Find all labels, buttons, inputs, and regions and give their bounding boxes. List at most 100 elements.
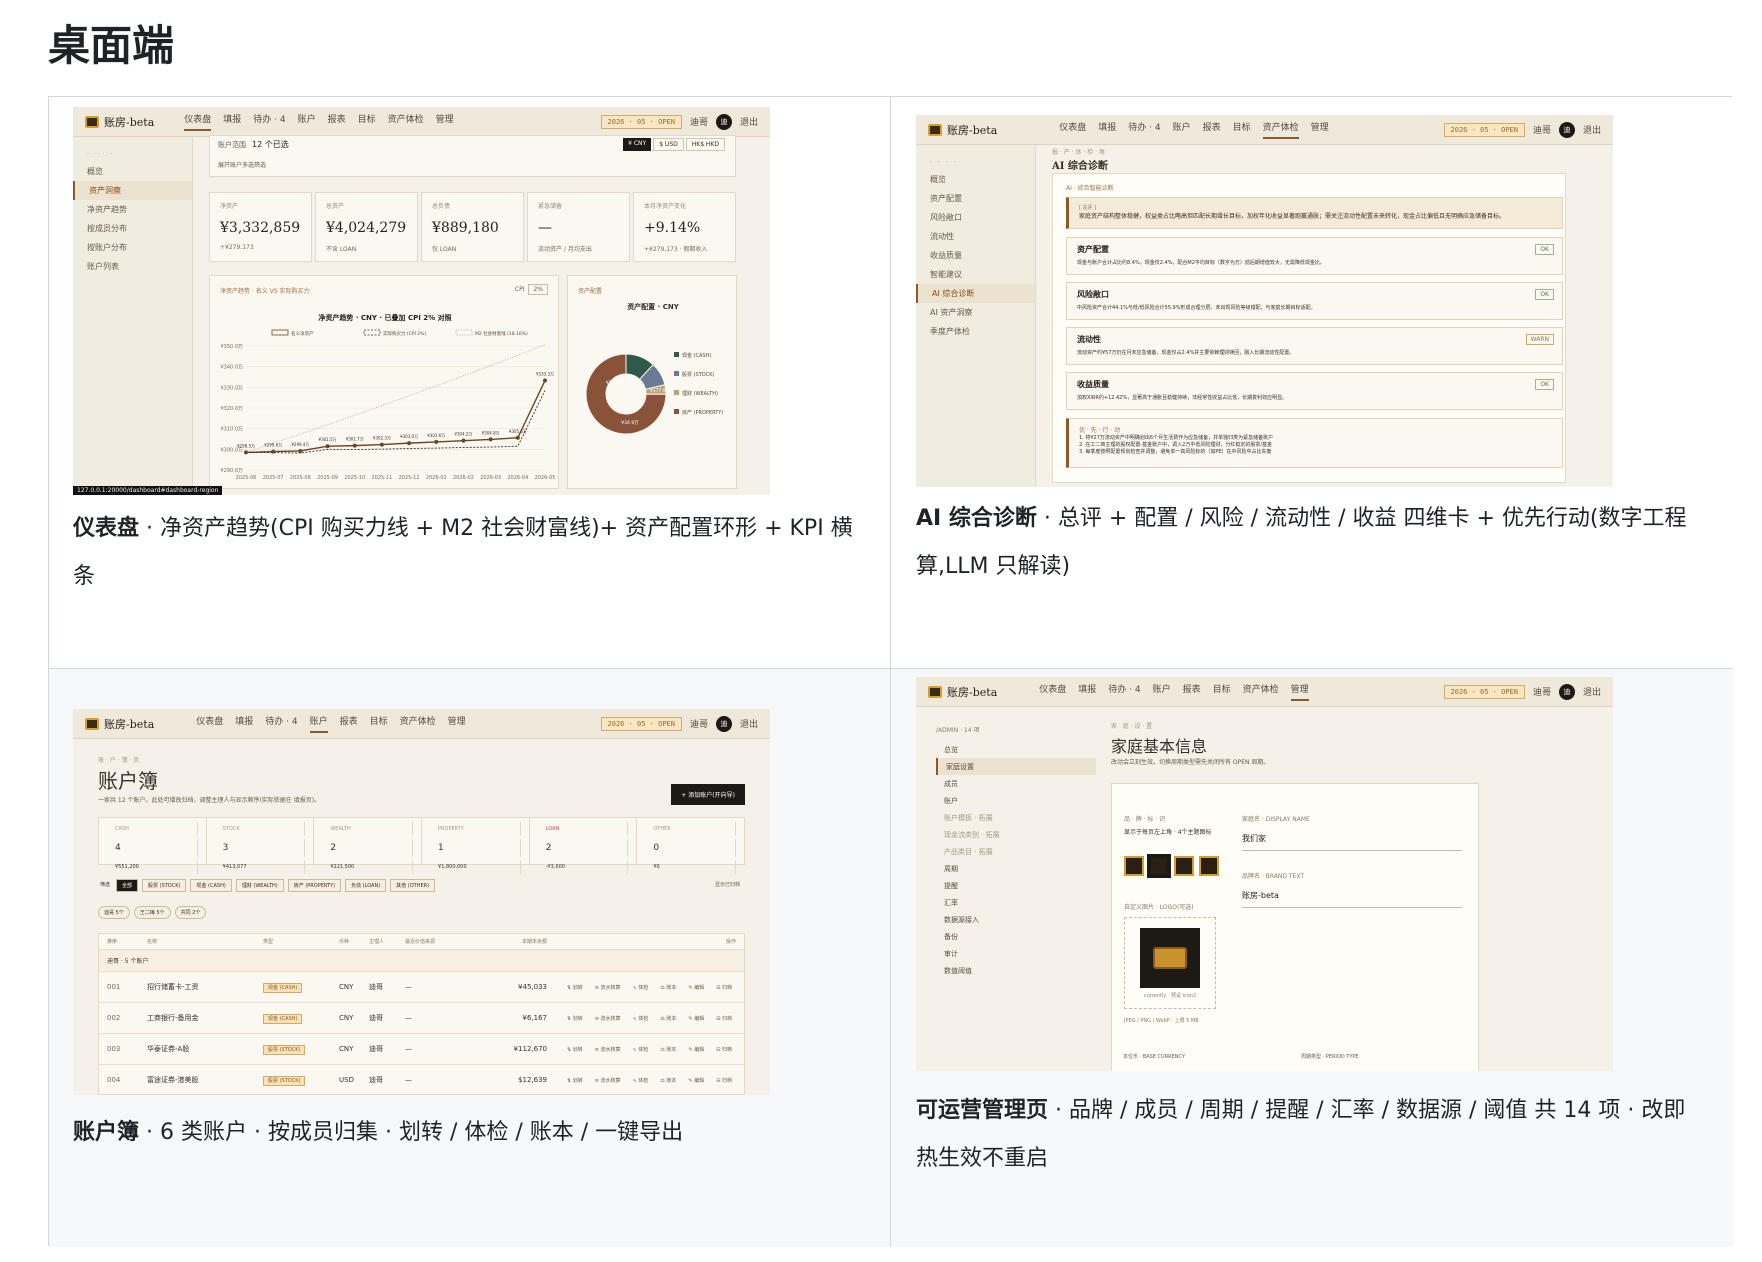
ledger-check-button[interactable]: ≡ 流水核算 xyxy=(595,984,621,991)
nav-todo[interactable]: 待办 · 4 xyxy=(1128,120,1160,139)
transfer-button[interactable]: ⇅ 划转 xyxy=(567,984,583,991)
member-chip-wang[interactable]: 王二梅 5个 xyxy=(133,906,171,919)
ledger-check-button[interactable]: ≡ 流水核算 xyxy=(595,1015,621,1022)
currency-cny[interactable]: ¥ CNY xyxy=(623,138,652,151)
ledger-check-button[interactable]: ≡ 流水核算 xyxy=(595,1046,621,1053)
show-archived-toggle[interactable]: 显示已归档 xyxy=(715,881,740,888)
nav-admin[interactable]: 管理 xyxy=(1290,682,1309,701)
checkup-button[interactable]: ∿ 体检 xyxy=(633,1015,649,1022)
member-chip-dige[interactable]: 迪哥 5个 xyxy=(98,906,130,919)
nav-accounts[interactable]: 账户 xyxy=(309,714,328,733)
book-button[interactable]: ⚖ 账本 xyxy=(660,1046,676,1053)
nav-checkup[interactable]: 资产体检 xyxy=(400,714,436,733)
nav-dashboard[interactable]: 仪表盘 xyxy=(184,112,212,131)
checkup-button[interactable]: ∿ 体检 xyxy=(633,984,649,991)
admin-item-datasource[interactable]: 数据源接入 xyxy=(936,911,1096,928)
archive-button[interactable]: ⊟ 归档 xyxy=(716,1077,732,1084)
nav-checkup[interactable]: 资产体检 xyxy=(1243,682,1279,701)
logout-link[interactable]: 退出 xyxy=(1583,685,1601,698)
nav-fill[interactable]: 填报 xyxy=(1098,120,1116,139)
admin-item-fx[interactable]: 汇率 xyxy=(936,894,1096,911)
transfer-button[interactable]: ⇅ 划转 xyxy=(567,1046,583,1053)
currency-hkd[interactable]: HK$ HKD xyxy=(685,138,725,151)
sidebar-item-by-member[interactable]: 按成员分布 xyxy=(73,219,192,238)
chip-stock[interactable]: 股票 (STOCK) xyxy=(142,879,187,892)
group-row[interactable]: 迪哥 · 5 个账户 xyxy=(99,950,744,972)
nav-dashboard[interactable]: 仪表盘 xyxy=(196,714,223,733)
nav-accounts[interactable]: 账户 xyxy=(1153,682,1171,701)
period-badge[interactable]: 2026 · 05 · OPEN xyxy=(1443,122,1525,137)
admin-item-members[interactable]: 成员 xyxy=(936,775,1096,792)
edit-button[interactable]: ✎ 编辑 xyxy=(688,1015,704,1022)
logo-upload-box[interactable]: currently · 预设 icon2 xyxy=(1124,917,1216,1009)
sidebar-item-allocation[interactable]: 资产配置 xyxy=(916,189,1035,208)
nav-goals[interactable]: 目标 xyxy=(1233,120,1251,139)
sidebar-item-advice[interactable]: 智能建议 xyxy=(916,265,1035,284)
sidebar-item-return[interactable]: 收益质量 xyxy=(916,246,1035,265)
nav-admin[interactable]: 管理 xyxy=(1311,120,1329,139)
avatar[interactable]: 迪 xyxy=(715,715,732,732)
admin-item-cashflow[interactable]: 现金流类别 · 拓展 xyxy=(936,826,1096,843)
admin-item-account-templates[interactable]: 账户模板 · 拓展 xyxy=(936,809,1096,826)
nav-dashboard[interactable]: 仪表盘 xyxy=(1059,120,1086,139)
checkup-button[interactable]: ∿ 体检 xyxy=(633,1077,649,1084)
sidebar-item-overview[interactable]: 概览 xyxy=(916,170,1035,189)
sidebar-item-account-list[interactable]: 账户列表 xyxy=(73,257,192,276)
admin-item-accounts[interactable]: 账户 xyxy=(936,792,1096,809)
sidebar-item-liquidity[interactable]: 流动性 xyxy=(916,227,1035,246)
app-logo[interactable]: 账房-beta xyxy=(85,716,154,732)
chip-property[interactable]: 房产 (PROPERTY) xyxy=(287,879,342,892)
currency-usd[interactable]: $ USD xyxy=(653,138,684,151)
period-badge[interactable]: 2026 · 05 · OPEN xyxy=(600,114,682,129)
chip-cash[interactable]: 现金 (CASH) xyxy=(190,879,232,892)
nav-admin[interactable]: 管理 xyxy=(436,112,454,131)
nav-todo[interactable]: 待办 · 4 xyxy=(265,714,297,733)
nav-reports[interactable]: 报表 xyxy=(328,112,346,131)
transfer-button[interactable]: ⇅ 划转 xyxy=(567,1077,583,1084)
member-chip-shared[interactable]: 共同 2个 xyxy=(174,906,207,919)
nav-admin[interactable]: 管理 xyxy=(448,714,466,733)
display-name-input[interactable]: 我们家 xyxy=(1242,827,1462,851)
nav-reports[interactable]: 报表 xyxy=(340,714,358,733)
period-badge[interactable]: 2026 · 05 · OPEN xyxy=(600,716,682,731)
admin-item-overview[interactable]: 总览 xyxy=(936,741,1096,758)
nav-accounts[interactable]: 账户 xyxy=(1173,120,1191,139)
icon-option-2[interactable] xyxy=(1147,854,1171,878)
archive-button[interactable]: ⊟ 归档 xyxy=(716,1046,732,1053)
avatar[interactable]: 迪 xyxy=(1558,121,1575,138)
period-badge[interactable]: 2026 · 05 · OPEN xyxy=(1443,684,1525,699)
app-logo[interactable]: 账房-beta xyxy=(928,684,997,700)
icon-option-1[interactable] xyxy=(1124,856,1144,876)
archive-button[interactable]: ⊟ 归档 xyxy=(716,984,732,991)
chip-all[interactable]: 全部 xyxy=(116,879,139,892)
avatar[interactable]: 迪 xyxy=(1558,683,1575,700)
sidebar-item-insight[interactable]: 资产洞察 xyxy=(73,181,192,200)
icon-option-3[interactable] xyxy=(1174,856,1194,876)
table-row[interactable]: 001 招行储蓄卡-工资 现金 (CASH) CNY 迪哥 — ¥45,033 ⇅ 划转 ≡ 流… xyxy=(99,972,744,1003)
avatar[interactable]: 迪 xyxy=(715,113,732,130)
chip-wealth[interactable]: 理财 (WEALTH) xyxy=(235,879,284,892)
book-button[interactable]: ⚖ 账本 xyxy=(660,1077,676,1084)
book-button[interactable]: ⚖ 账本 xyxy=(660,984,676,991)
add-account-button[interactable]: + 添加账户(开向导) xyxy=(671,784,745,805)
admin-item-family[interactable]: 家庭设置 xyxy=(936,758,1096,775)
sidebar-item-quarterly[interactable]: 季度产体检 xyxy=(916,322,1035,341)
sidebar-item-trend[interactable]: 净资产趋势 xyxy=(73,200,192,219)
sidebar-item-ai-diagnosis[interactable]: AI 综合诊断 xyxy=(916,284,1035,303)
filter-hint[interactable]: 展开账户多选筛选 xyxy=(218,160,266,169)
sidebar-item-ai-insight[interactable]: AI 资产洞察 xyxy=(916,303,1035,322)
nav-fill[interactable]: 填报 xyxy=(235,714,253,733)
nav-goals[interactable]: 目标 xyxy=(358,112,376,131)
brand-name-input[interactable]: 账房-beta xyxy=(1242,884,1462,908)
nav-goals[interactable]: 目标 xyxy=(370,714,388,733)
nav-reports[interactable]: 报表 xyxy=(1203,120,1221,139)
nav-checkup[interactable]: 资产体检 xyxy=(388,112,424,131)
chip-other[interactable]: 其他 (OTHER) xyxy=(390,879,436,892)
logout-link[interactable]: 退出 xyxy=(1583,123,1601,136)
nav-fill[interactable]: 填报 xyxy=(223,112,241,131)
transfer-button[interactable]: ⇅ 划转 xyxy=(567,1015,583,1022)
edit-button[interactable]: ✎ 编辑 xyxy=(688,984,704,991)
admin-item-backup[interactable]: 备份 xyxy=(936,928,1096,945)
nav-checkup[interactable]: 资产体检 xyxy=(1262,120,1299,139)
admin-item-period[interactable]: 周期 xyxy=(936,860,1096,877)
